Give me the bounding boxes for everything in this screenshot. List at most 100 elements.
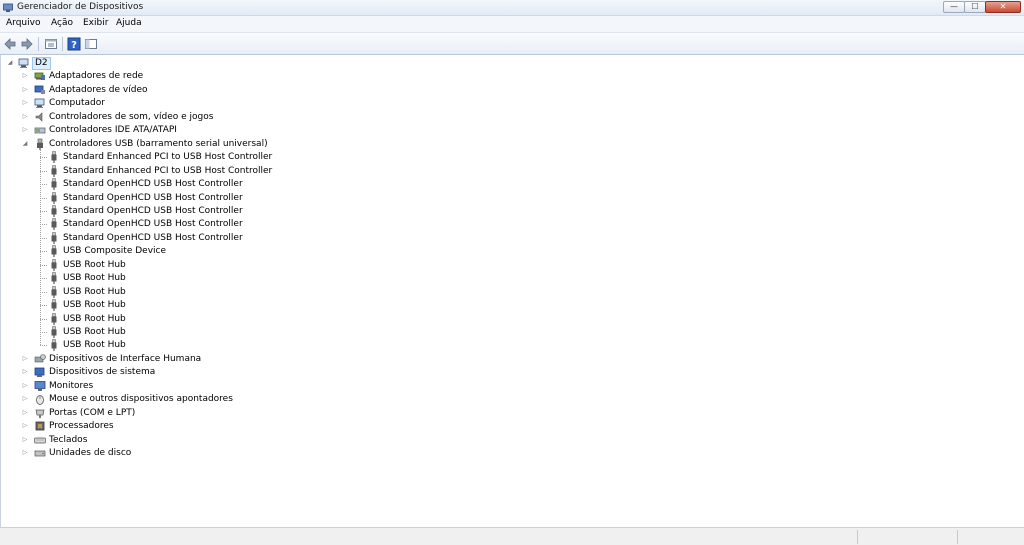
usb-device-icon	[48, 259, 60, 271]
forward-arrow-icon[interactable]	[20, 37, 34, 51]
tree-usb-device[interactable]: USB Root Hub	[1, 312, 1021, 326]
tree-usb-device[interactable]: USB Root Hub	[1, 259, 1021, 272]
tree-usb-device[interactable]: USB Root Hub	[1, 272, 1021, 285]
tree-category-label: Portas (COM e LPT)	[49, 407, 136, 418]
collapsed-arrow-icon[interactable]: ▷	[21, 86, 29, 94]
collapsed-arrow-icon[interactable]: ▷	[21, 395, 29, 403]
tree-guide-line	[40, 224, 47, 226]
usb-device-icon	[48, 339, 60, 352]
tree-device-label: Standard OpenHCD USB Host Controller	[63, 232, 243, 243]
tree-usb-device[interactable]: USB Root Hub	[1, 299, 1021, 312]
tree-category[interactable]: ▷ Adaptadores de vídeo	[1, 84, 1021, 97]
expanded-arrow-icon[interactable]: ◢	[6, 59, 14, 67]
tree-usb-device[interactable]: USB Composite Device	[1, 245, 1021, 258]
collapsed-arrow-icon[interactable]: ▷	[21, 382, 29, 390]
tree-category[interactable]: ▷ Teclados	[1, 434, 1021, 447]
tree-usb-device[interactable]: Standard OpenHCD USB Host Controller	[1, 178, 1021, 191]
tree-category[interactable]: ▷ Unidades de disco	[1, 447, 1021, 460]
tree-usb-device[interactable]: Standard OpenHCD USB Host Controller	[1, 191, 1021, 205]
tree-usb-device[interactable]: USB Root Hub	[1, 339, 1021, 352]
tree-guide-line	[40, 210, 47, 212]
collapsed-arrow-icon[interactable]: ▷	[21, 99, 29, 107]
ide-controller-icon	[34, 124, 46, 136]
tree-guide-line	[40, 157, 47, 159]
network-adapter-icon	[34, 70, 46, 82]
usb-device-icon	[48, 218, 60, 231]
tree-guide-line	[40, 149, 41, 346]
usb-device-icon	[48, 205, 60, 217]
tree-device-label: Standard OpenHCD USB Host Controller	[63, 219, 243, 230]
usb-device-icon	[48, 312, 60, 325]
tree-category[interactable]: ▷ Computador	[1, 97, 1021, 110]
tree-guide-line	[40, 237, 47, 239]
tree-guide-line	[40, 278, 47, 280]
monitor-icon	[34, 380, 46, 392]
tree-category[interactable]: ▷ Portas (COM e LPT)	[1, 407, 1021, 420]
usb-device-icon	[48, 151, 60, 164]
collapsed-arrow-icon[interactable]: ▷	[21, 355, 29, 363]
system-device-icon	[34, 366, 46, 378]
collapsed-arrow-icon[interactable]: ▷	[21, 422, 29, 430]
close-button[interactable]: ✕	[985, 1, 1021, 13]
usb-device-icon	[48, 285, 60, 298]
usb-icon	[34, 138, 46, 150]
tree-device-label: USB Root Hub	[63, 340, 126, 351]
maximize-button[interactable]: ☐	[964, 1, 986, 13]
window-title: Gerenciador de Dispositivos	[17, 2, 144, 12]
minimize-button[interactable]: —	[943, 1, 965, 13]
menu-acao[interactable]: Ação	[51, 18, 73, 28]
svg-text:?: ?	[71, 40, 77, 51]
computer-icon	[18, 57, 30, 69]
tree-category[interactable]: ▷ Controladores IDE ATA/ATAPI	[1, 124, 1021, 137]
tree-usb-device[interactable]: Standard OpenHCD USB Host Controller	[1, 218, 1021, 231]
tree-root-d2[interactable]: ◢ D2	[1, 57, 1021, 70]
tree-category-usb[interactable]: ◢ Controladores USB (barramento serial un…	[1, 138, 1021, 151]
tree-category[interactable]: ▷ Controladores de som, vídeo e jogos	[1, 111, 1021, 124]
back-arrow-icon[interactable]	[3, 37, 17, 51]
menu-arquivo[interactable]: Arquivo	[6, 18, 40, 28]
console-view-icon[interactable]	[84, 37, 98, 51]
hid-icon	[34, 353, 46, 365]
tree-device-label: Standard OpenHCD USB Host Controller	[63, 179, 243, 190]
tree-category[interactable]: ▷ Monitores	[1, 380, 1021, 393]
tree-category[interactable]: ▷ Adaptadores de rede	[1, 70, 1021, 83]
usb-device-icon	[48, 245, 60, 258]
tree-usb-device[interactable]: Standard OpenHCD USB Host Controller	[1, 205, 1021, 218]
device-tree: ◢ D2 ▷ Adaptadores de rede ▷ Adaptadores de v…	[0, 55, 1024, 527]
tree-category[interactable]: ▷ Processadores	[1, 420, 1021, 433]
speaker-icon	[34, 111, 46, 123]
collapsed-arrow-icon[interactable]: ▷	[21, 72, 29, 80]
help-icon[interactable]: ?	[67, 37, 81, 51]
tree-device-label: USB Root Hub	[63, 313, 126, 324]
tree-category-label: Controladores IDE ATA/ATAPI	[49, 125, 177, 136]
tree-usb-device[interactable]: USB Root Hub	[1, 285, 1021, 299]
tree-category-label: Monitores	[49, 380, 94, 391]
mouse-icon	[34, 393, 46, 406]
tree-device-label: Standard Enhanced PCI to USB Host Contro…	[63, 165, 273, 176]
collapsed-arrow-icon[interactable]: ▷	[21, 409, 29, 417]
tree-usb-device[interactable]: Standard Enhanced PCI to USB Host Contro…	[1, 164, 1021, 178]
keyboard-icon	[34, 434, 46, 446]
display-adapter-icon	[34, 84, 46, 96]
tree-device-label: USB Root Hub	[63, 327, 126, 337]
collapsed-arrow-icon[interactable]: ▷	[21, 368, 29, 376]
collapsed-arrow-icon[interactable]: ▷	[21, 436, 29, 444]
tree-category[interactable]: ▷ Dispositivos de sistema	[1, 366, 1021, 379]
tree-category-label: Processadores	[49, 421, 114, 432]
collapsed-arrow-icon[interactable]: ▷	[21, 449, 29, 457]
collapsed-arrow-icon[interactable]: ▷	[21, 113, 29, 121]
expanded-arrow-icon[interactable]: ◢	[21, 140, 29, 148]
collapsed-arrow-icon[interactable]: ▷	[21, 126, 29, 134]
tree-category-label: Unidades de disco	[49, 448, 132, 459]
tree-category[interactable]: ▷ Mouse e outros dispositivos apontadores	[1, 393, 1021, 406]
menu-exibir[interactable]: Exibir	[83, 18, 108, 28]
tree-device-label: Standard OpenHCD USB Host Controller	[63, 205, 243, 216]
tree-category[interactable]: ▷ Dispositivos de Interface Humana	[1, 353, 1021, 366]
tree-usb-device[interactable]: Standard OpenHCD USB Host Controller	[1, 232, 1021, 245]
usb-device-icon	[48, 191, 60, 204]
tree-usb-device[interactable]: USB Root Hub	[1, 326, 1021, 339]
properties-view-icon[interactable]	[44, 37, 58, 51]
title-bar: Gerenciador de Dispositivos — ☐ ✕	[0, 0, 1024, 16]
tree-usb-device[interactable]: Standard Enhanced PCI to USB Host Contro…	[1, 151, 1021, 164]
menu-ajuda[interactable]: Ajuda	[116, 18, 142, 28]
